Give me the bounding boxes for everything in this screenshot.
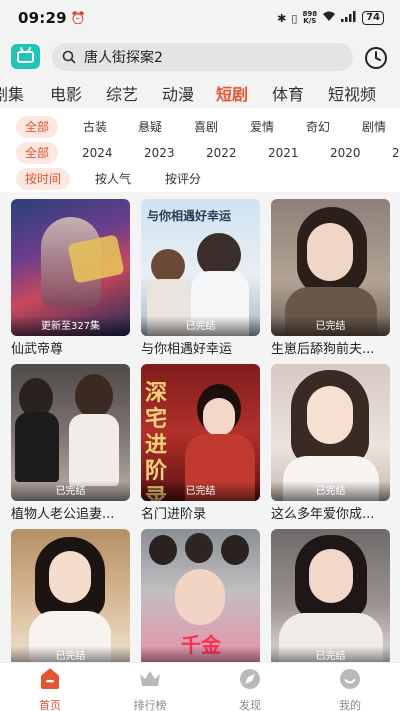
genre-chip[interactable]: 喜剧 [185, 116, 227, 138]
drama-poster: 已完结 [271, 529, 390, 662]
drama-card[interactable]: 深宅进阶录 已完结 名门进阶录 [141, 364, 260, 524]
tab-movie[interactable]: 电影 [50, 81, 82, 105]
drama-poster: 深宅进阶录 已完结 [141, 364, 260, 501]
channel-tabs: 剧集 电影 综艺 动漫 短剧 体育 短视频 [0, 78, 400, 108]
search-row: 唐人街探案2 [0, 36, 400, 78]
nav-discover-label: 发现 [239, 699, 261, 711]
status-badge: 已完结 [271, 316, 390, 336]
status-badge: 已完结 [271, 646, 390, 662]
year-chip[interactable]: 2024 [73, 142, 122, 164]
drama-card[interactable]: 已完结 生崽后舔狗前夫... [271, 199, 390, 359]
drama-card[interactable]: 千金 [141, 529, 260, 662]
drama-title: 名门进阶录 [141, 507, 207, 522]
genre-chip[interactable]: 悬疑 [129, 116, 171, 138]
tab-short-drama[interactable]: 短剧 [216, 81, 248, 105]
sort-filter-row: 按时间 按人气 按评分 [0, 168, 400, 190]
drama-title: 这么多年爱你成... [271, 507, 375, 522]
nav-mine-label: 我的 [339, 699, 361, 711]
genre-chip[interactable]: 奇幻 [297, 116, 339, 138]
drama-poster: 已完结 [11, 364, 130, 501]
status-time: 09:29 [18, 9, 67, 27]
nav-ranking-label: 排行榜 [133, 699, 167, 711]
sort-by-rating[interactable]: 按评分 [156, 168, 210, 190]
drama-poster: 与你相遇好幸运 已完结 [141, 199, 260, 336]
compass-icon [240, 669, 260, 689]
tab-short-video[interactable]: 短视频 [328, 81, 376, 105]
year-chip[interactable]: 2022 [197, 142, 246, 164]
network-speed: 898 K/S [302, 10, 318, 25]
search-query-text: 唐人街探案2 [84, 50, 163, 66]
sort-by-time[interactable]: 按时间 [16, 168, 71, 190]
search-input[interactable]: 唐人街探案2 [52, 43, 353, 71]
nav-discover[interactable]: 发现 [210, 666, 290, 711]
tab-anime[interactable]: 动漫 [162, 81, 194, 105]
status-badge: 已完结 [141, 316, 260, 336]
year-chip[interactable]: 2021 [259, 142, 308, 164]
genre-filter-row: 全部 古装 悬疑 喜剧 爱情 奇幻 剧情 [0, 116, 400, 138]
drama-card[interactable]: 与你相遇好幸运 已完结 与你相遇好幸运 [141, 199, 260, 359]
status-icons: ✱ ▯ 898 K/S 74 [277, 11, 384, 25]
drama-poster: 已完结 [271, 199, 390, 336]
alarm-icon: ⏰ [70, 11, 86, 25]
drama-title: 植物人老公追妻... [11, 507, 115, 522]
genre-chip[interactable]: 爱情 [241, 116, 283, 138]
year-chip[interactable]: 2020 [321, 142, 370, 164]
nav-home[interactable]: 首页 [10, 666, 90, 711]
year-chip[interactable]: 2 [383, 142, 400, 164]
vibrate-icon: ▯ [291, 11, 298, 25]
drama-poster: 已完结 [271, 364, 390, 501]
signal-icon [341, 11, 357, 25]
status-bar: 09:29 ⏰ ✱ ▯ 898 K/S 74 [0, 0, 400, 36]
drama-title: 仙武帝尊 [11, 342, 64, 357]
drama-grid: 更新至327集 仙武帝尊 与你相遇好幸运 已完结 与你相遇好幸运 已完结 生崽后… [0, 192, 400, 662]
year-chip[interactable]: 2023 [135, 142, 184, 164]
drama-title: 生崽后舔狗前夫... [271, 342, 375, 357]
drama-poster: 千金 [141, 529, 260, 662]
history-clock-icon[interactable] [364, 46, 388, 70]
battery-indicator: 74 [362, 11, 384, 25]
drama-card[interactable]: 已完结 [271, 529, 390, 662]
status-badge: 已完结 [271, 481, 390, 501]
drama-card[interactable]: 更新至327集 仙武帝尊 [11, 199, 130, 359]
year-chip-all[interactable]: 全部 [16, 142, 59, 164]
bottom-nav: 首页 排行榜 发现 我的 [0, 662, 400, 711]
smile-profile-icon [340, 669, 360, 689]
nav-ranking[interactable]: 排行榜 [110, 666, 190, 711]
crown-icon [140, 671, 160, 686]
drama-poster: 已完结 [11, 529, 130, 662]
home-icon [41, 668, 59, 689]
drama-card[interactable]: 已完结 这么多年爱你成... [271, 364, 390, 524]
drama-poster: 更新至327集 [11, 199, 130, 336]
year-filter-row: 全部 2024 2023 2022 2021 2020 2 [0, 142, 400, 164]
status-badge [141, 646, 260, 662]
tab-sports[interactable]: 体育 [272, 81, 304, 105]
tab-variety[interactable]: 综艺 [106, 81, 138, 105]
drama-card[interactable]: 已完结 [11, 529, 130, 662]
status-badge: 已完结 [141, 481, 260, 501]
wifi-icon [322, 11, 336, 25]
search-icon [62, 50, 76, 64]
bluetooth-icon: ✱ [277, 11, 287, 25]
status-badge: 已完结 [11, 646, 130, 662]
genre-chip[interactable]: 古装 [74, 116, 116, 138]
drama-card[interactable]: 已完结 植物人老公追妻... [11, 364, 130, 524]
filter-panel: 全部 古装 悬疑 喜剧 爱情 奇幻 剧情 全部 2024 2023 2022 2… [0, 108, 400, 192]
episode-badge: 更新至327集 [11, 316, 130, 336]
sort-by-popularity[interactable]: 按人气 [86, 168, 140, 190]
poster-title-text: 与你相遇好幸运 [147, 209, 232, 223]
status-badge: 已完结 [11, 481, 130, 501]
drama-title: 与你相遇好幸运 [141, 342, 233, 357]
tab-series[interactable]: 剧集 [0, 81, 24, 105]
genre-chip-all[interactable]: 全部 [16, 116, 59, 138]
nav-home-label: 首页 [39, 699, 61, 711]
genre-chip[interactable]: 剧情 [353, 116, 395, 138]
nav-mine[interactable]: 我的 [310, 666, 390, 711]
tv-logo-icon[interactable] [11, 44, 40, 69]
